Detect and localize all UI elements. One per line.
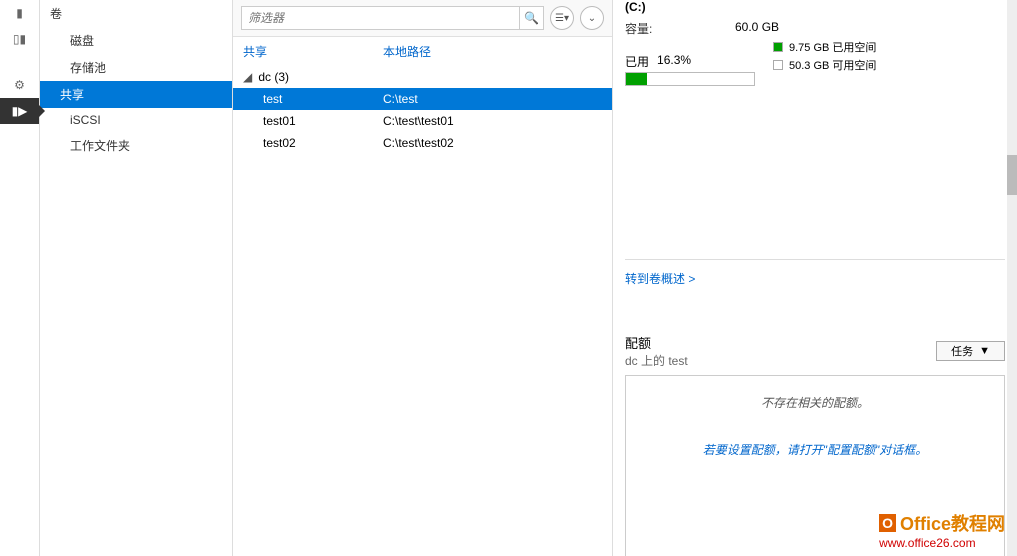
nav-item-pools[interactable]: 存储池 [40,54,232,81]
filter-input[interactable] [242,7,519,29]
legend-used-label: 9.75 GB 已用空间 [789,39,876,55]
list-toolbar: 🔍 ☰▾ ⌄ [233,0,612,37]
share-list-panel: 🔍 ☰▾ ⌄ 共享 本地路径 ◢ dc (3) test C:\test tes… [233,0,613,556]
nav-item-iscsi[interactable]: iSCSI [40,108,232,132]
cell-share: test01 [263,114,383,128]
usage-bar [625,72,755,86]
nav-item-workfolders[interactable]: 工作文件夹 [40,132,232,159]
tree-node-dc[interactable]: ◢ dc (3) [233,66,612,88]
expand-button[interactable]: ⌄ [580,6,604,30]
quota-none-text: 不存在相关的配额。 [636,394,994,411]
drive-label: (C:) [625,0,1005,14]
search-icon[interactable]: 🔍 [519,7,543,29]
cell-path: C:\test [383,92,418,106]
capacity-value: 60.0 GB [735,20,779,37]
iconbar-item-active[interactable]: ▮▶ [0,98,39,124]
list-row-test01[interactable]: test01 C:\test\test01 [233,110,612,132]
legend-free-icon [773,60,783,70]
cell-path: C:\test\test01 [383,114,454,128]
cell-share: test02 [263,136,383,150]
nav-item-shares[interactable]: 共享 [40,81,232,108]
used-label: 已用 [625,53,649,70]
col-share[interactable]: 共享 [243,43,383,60]
tree-collapse-icon[interactable]: ◢ [243,70,255,84]
column-headers: 共享 本地路径 [233,37,612,66]
watermark-url: www.office26.com [879,536,1005,550]
goto-volume-link[interactable]: 转到卷概述 > [625,270,695,287]
capacity-label: 容量: [625,20,735,37]
cell-share: test [263,92,383,106]
app-iconbar: ▮ ▯▮ ⚙ ▮▶ [0,0,40,556]
details-panel: (C:) 容量: 60.0 GB 已用 16.3% 9.75 GB 已用空间 [613,0,1017,556]
legend-free-label: 50.3 GB 可用空间 [789,57,876,73]
col-path[interactable]: 本地路径 [383,43,431,60]
chevron-down-icon: ▼ [979,345,990,357]
used-pct: 16.3% [657,53,691,70]
iconbar-item-4[interactable]: ⚙ [0,72,39,98]
quota-hint-text: 若要设置配额，请打开"配置配额"对话框。 [636,441,994,458]
iconbar-item-2[interactable]: ▯▮ [0,26,39,52]
tree-node-label: dc (3) [258,70,289,84]
list-row-test[interactable]: test C:\test [233,88,612,110]
iconbar-item-3[interactable] [0,52,39,72]
nav-group[interactable]: 卷 [40,0,232,27]
tasks-button[interactable]: 任务 ▼ [936,341,1005,361]
sidebar: 卷 磁盘 存储池 共享 iSCSI 工作文件夹 [40,0,233,556]
watermark: O Office教程网 www.office26.com [879,510,1005,550]
list-row-test02[interactable]: test02 C:\test\test02 [233,132,612,154]
iconbar-item-1[interactable]: ▮ [0,0,39,26]
vertical-scrollbar[interactable] [1007,0,1017,556]
quota-subtitle: dc 上的 test [625,352,688,369]
view-options-button[interactable]: ☰▾ [550,6,574,30]
legend-used-icon [773,42,783,52]
office-logo-icon: O [879,514,896,532]
quota-title: 配额 [625,333,688,352]
nav-item-disks[interactable]: 磁盘 [40,27,232,54]
scrollbar-thumb[interactable] [1007,155,1017,195]
usage-legend: 9.75 GB 已用空间 50.3 GB 可用空间 [773,39,876,75]
cell-path: C:\test\test02 [383,136,454,150]
watermark-title: Office教程网 [900,510,1005,536]
filter-field: 🔍 [241,6,544,30]
tasks-label: 任务 [951,343,973,359]
